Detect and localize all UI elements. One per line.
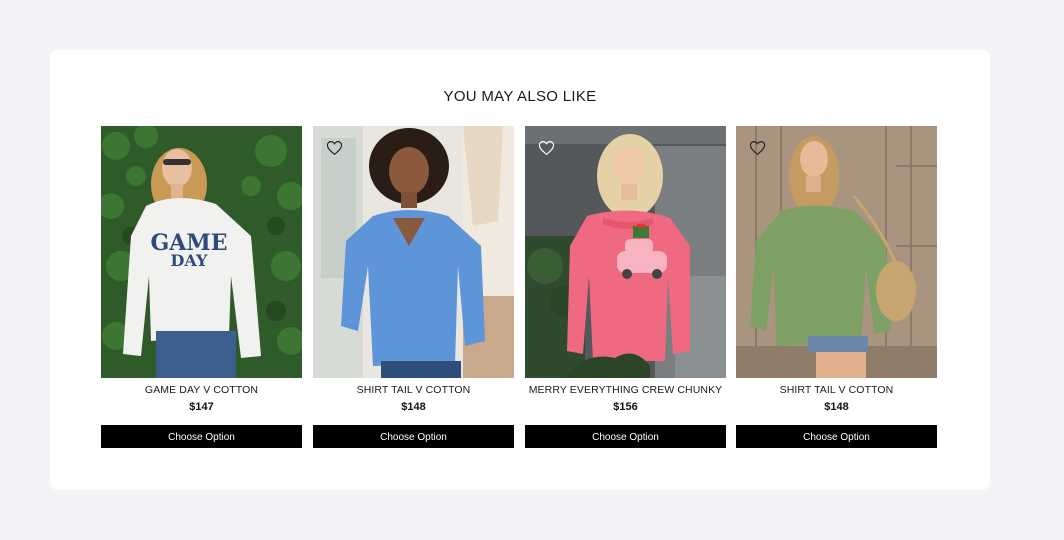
recommendations-card: YOU MAY ALSO LIKE GAME DAY GAME DAY V CO…: [50, 50, 990, 490]
product-name[interactable]: GAME DAY V COTTON: [101, 384, 302, 396]
product-price: $156: [613, 401, 638, 413]
product-name[interactable]: SHIRT TAIL V COTTON: [736, 384, 937, 396]
product-photo: [313, 126, 514, 378]
product-price: $148: [401, 401, 426, 413]
product-price: $147: [189, 401, 214, 413]
choose-option-button[interactable]: Choose Option: [101, 425, 302, 448]
product-image[interactable]: GAME DAY: [101, 126, 302, 378]
wishlist-heart-icon[interactable]: [326, 140, 343, 156]
product-card[interactable]: GAME DAY GAME DAY V COTTON $147 Choose O…: [101, 126, 302, 448]
product-card[interactable]: SHIRT TAIL V COTTON $148 Choose Option: [736, 126, 937, 448]
product-card[interactable]: MERRY EVERYTHING CREW CHUNKY $156 Choose…: [525, 126, 726, 448]
product-photo: [525, 126, 726, 378]
section-title: YOU MAY ALSO LIKE: [443, 88, 597, 105]
product-photo: GAME DAY: [101, 126, 302, 378]
product-price: $148: [824, 401, 849, 413]
choose-option-button[interactable]: Choose Option: [525, 425, 726, 448]
sweater-print-line2: DAY: [171, 251, 208, 270]
product-image[interactable]: [525, 126, 726, 378]
product-image[interactable]: [736, 126, 937, 378]
choose-option-button[interactable]: Choose Option: [736, 425, 937, 448]
product-name[interactable]: SHIRT TAIL V COTTON: [313, 384, 514, 396]
product-image[interactable]: [313, 126, 514, 378]
wishlist-heart-icon[interactable]: [538, 140, 555, 156]
product-photo: [736, 126, 937, 378]
wishlist-heart-icon[interactable]: [749, 140, 766, 156]
choose-option-button[interactable]: Choose Option: [313, 425, 514, 448]
product-card[interactable]: SHIRT TAIL V COTTON $148 Choose Option: [313, 126, 514, 448]
product-grid: GAME DAY GAME DAY V COTTON $147 Choose O…: [101, 126, 941, 456]
product-name[interactable]: MERRY EVERYTHING CREW CHUNKY: [525, 384, 726, 396]
